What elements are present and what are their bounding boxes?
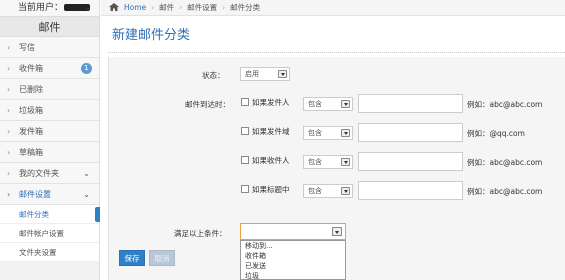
checkbox[interactable] xyxy=(241,127,249,135)
rule-sender-hint: 例如：abc@abc.com xyxy=(467,100,543,109)
rule-subject-checkbox[interactable]: 如果标题中 xyxy=(241,184,290,195)
rule-subject-input[interactable] xyxy=(358,181,463,200)
sidebar-subitem-mail-category[interactable]: 邮件分类 xyxy=(0,205,100,224)
rule-domain-hint: 例如：@qq.com xyxy=(467,129,525,138)
cancel-button[interactable]: 取消 xyxy=(149,250,175,266)
sidebar-item-inbox[interactable]: › 收件箱 1 xyxy=(0,58,99,79)
status-label: 状态： xyxy=(202,71,225,80)
rule-domain-match-select[interactable]: 包含 xyxy=(303,126,353,140)
home-icon[interactable] xyxy=(109,3,119,11)
rule-recipient-hint: 例如：abc@abc.com xyxy=(467,158,543,167)
chevron-down-icon: ⌄ xyxy=(83,169,90,178)
title-divider xyxy=(108,52,565,53)
breadcrumb-mail-settings[interactable]: 邮件设置 xyxy=(187,3,217,12)
arrival-label: 邮件到达时： xyxy=(185,100,230,109)
current-user-bar[interactable]: 当前用户： ⌄ xyxy=(0,0,99,16)
sidebar-item-label: 已删除 xyxy=(19,85,43,94)
save-button[interactable]: 保存 xyxy=(119,250,145,266)
sidebar-item-label: 草稿箱 xyxy=(19,148,43,157)
chevron-down-icon: ⌄ xyxy=(83,190,90,199)
chevron-right-icon: › xyxy=(7,64,11,73)
chevron-right-icon: › xyxy=(7,127,11,136)
current-user-label: 当前用户： xyxy=(18,3,64,13)
condition-select[interactable] xyxy=(240,223,346,240)
chevron-down-icon xyxy=(341,129,350,137)
chevron-down-icon xyxy=(341,187,350,195)
chevron-down-icon xyxy=(332,227,342,236)
dropdown-option[interactable]: 收件箱 xyxy=(241,251,345,261)
match-select-value: 包含 xyxy=(308,129,322,137)
status-select-value: 启用 xyxy=(245,70,259,78)
chevron-right-icon: › xyxy=(7,106,11,115)
rule-domain-input[interactable] xyxy=(358,123,463,142)
chevron-right-icon: › xyxy=(7,43,11,52)
page-title: 新建邮件分类 xyxy=(112,28,191,43)
rule-label: 如果发件域 xyxy=(252,127,290,136)
status-select[interactable]: 启用 xyxy=(240,67,290,81)
sidebar-item-spam[interactable]: › 垃圾箱 xyxy=(0,100,99,121)
sidebar-item-my-folders[interactable]: › 我的文件夹 ⌄ xyxy=(0,163,99,184)
match-select-value: 包含 xyxy=(308,100,322,108)
rule-sender-checkbox[interactable]: 如果发件人 xyxy=(241,97,290,108)
breadcrumb-mail[interactable]: 邮件 xyxy=(159,3,174,12)
breadcrumb-home[interactable]: Home xyxy=(124,3,146,12)
match-select-value: 包含 xyxy=(308,158,322,166)
chevron-right-icon: › xyxy=(7,85,11,94)
sidebar-item-mail-settings[interactable]: › 邮件设置 ⌄ xyxy=(0,184,99,205)
breadcrumb: Home › 邮件 › 邮件设置 › 邮件分类 xyxy=(101,0,565,16)
unread-badge: 1 xyxy=(81,63,92,74)
rule-recipient-input[interactable] xyxy=(358,152,463,171)
rule-label: 如果标题中 xyxy=(252,185,290,194)
sidebar-item-label: 写信 xyxy=(19,43,35,52)
sidebar-item-outbox[interactable]: › 发件箱 xyxy=(0,121,99,142)
sidebar-item-label: 我的文件夹 xyxy=(19,169,59,178)
sidebar: 当前用户： ⌄ 邮件 › 写信 › 收件箱 1 › 已删除 › 垃圾箱 › 发件箱 › 草稿箱… xyxy=(0,0,100,280)
sidebar-subitem-account-settings[interactable]: 邮件帐户设置 xyxy=(0,224,99,243)
dropdown-option[interactable]: 垃圾 xyxy=(241,271,345,279)
rule-label: 如果发件人 xyxy=(252,98,290,107)
sidebar-item-compose[interactable]: › 写信 xyxy=(0,37,99,58)
chevron-down-icon xyxy=(341,100,350,108)
rule-label: 如果收件人 xyxy=(252,156,290,165)
dropdown-option[interactable]: 已发送 xyxy=(241,261,345,271)
chevron-down-icon xyxy=(278,70,287,78)
rule-subject-match-select[interactable]: 包含 xyxy=(303,184,353,198)
breadcrumb-separator-icon: › xyxy=(179,3,183,12)
sidebar-item-deleted[interactable]: › 已删除 xyxy=(0,79,99,100)
sidebar-item-label: 垃圾箱 xyxy=(19,106,43,115)
sidebar-item-drafts[interactable]: › 草稿箱 xyxy=(0,142,99,163)
condition-label: 满足以上条件： xyxy=(174,229,227,238)
rule-domain-checkbox[interactable]: 如果发件域 xyxy=(241,126,290,137)
breadcrumb-separator-icon: › xyxy=(222,3,226,12)
checkbox[interactable] xyxy=(241,98,249,106)
breadcrumb-current: 邮件分类 xyxy=(230,3,261,12)
sidebar-subitem-folder-settings[interactable]: 文件夹设置 xyxy=(0,243,99,262)
rule-recipient-checkbox[interactable]: 如果收件人 xyxy=(241,155,290,166)
form-panel: 状态： 启用 邮件到达时： 如果发件人 包含 例如：abc@abc.com 如果… xyxy=(108,57,565,280)
checkbox[interactable] xyxy=(241,185,249,193)
rule-subject-hint: 例如：abc@abc.com xyxy=(467,187,543,196)
chevron-right-icon: › xyxy=(7,148,11,157)
condition-dropdown-menu: 移动到... 收件箱 已发送 垃圾 xyxy=(240,240,346,280)
rule-sender-match-select[interactable]: 包含 xyxy=(303,97,353,111)
chevron-down-icon xyxy=(341,158,350,166)
rule-recipient-match-select[interactable]: 包含 xyxy=(303,155,353,169)
chevron-right-icon: › xyxy=(7,190,11,199)
sidebar-item-label: 发件箱 xyxy=(19,127,43,136)
match-select-value: 包含 xyxy=(308,187,322,195)
rule-sender-input[interactable] xyxy=(358,94,463,113)
chevron-right-icon: › xyxy=(7,169,11,178)
checkbox[interactable] xyxy=(241,156,249,164)
sidebar-header: 邮件 xyxy=(0,16,99,37)
chevron-down-icon[interactable]: ⌄ xyxy=(84,0,91,16)
sidebar-item-label: 邮件设置 xyxy=(19,190,51,199)
sidebar-item-label: 收件箱 xyxy=(19,64,43,73)
breadcrumb-separator-icon: › xyxy=(151,3,155,12)
dropdown-option[interactable]: 移动到... xyxy=(241,241,345,251)
